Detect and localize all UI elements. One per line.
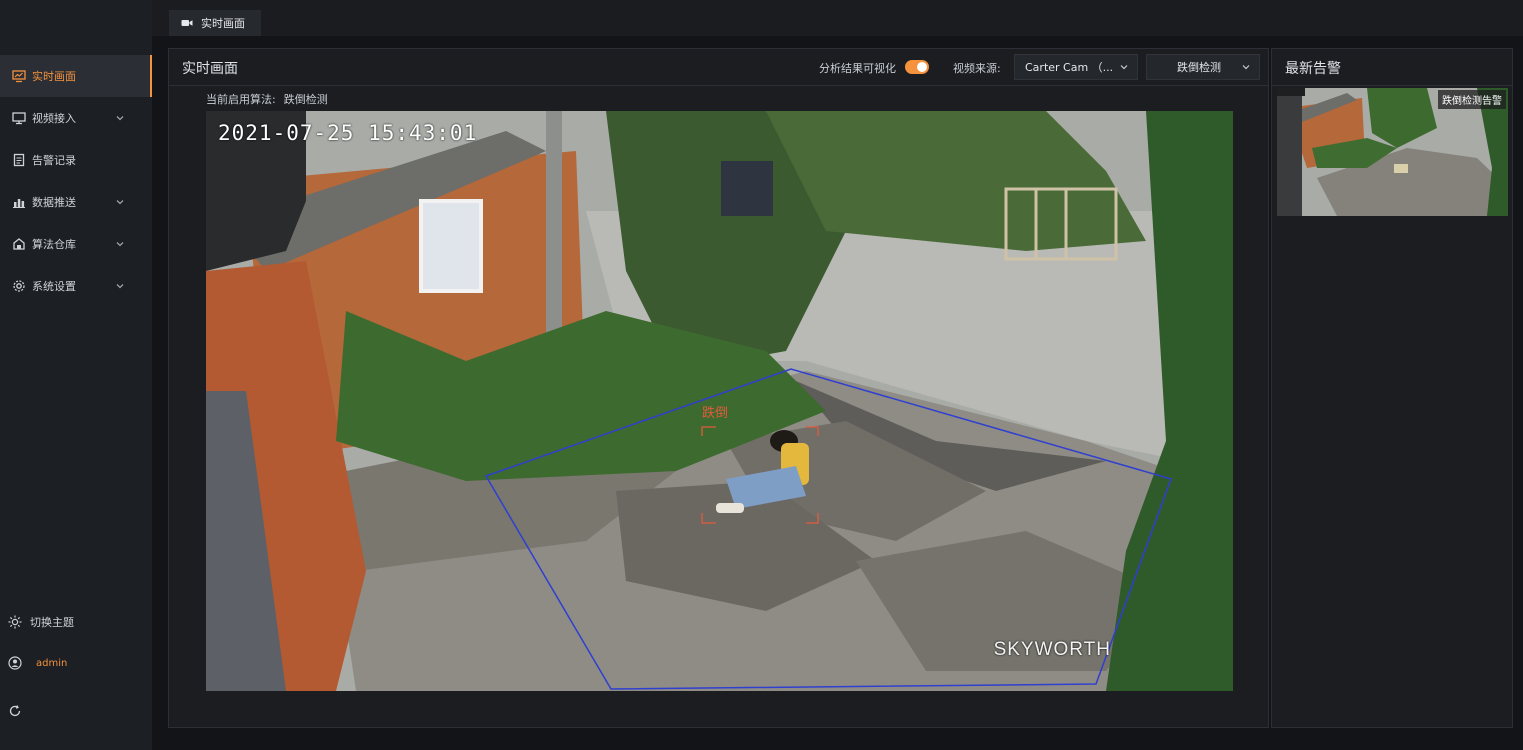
gear-icon	[12, 279, 26, 293]
video-source-value: Carter Cam （...	[1025, 61, 1114, 74]
bar-chart-icon	[12, 195, 26, 209]
theme-switch-label: 切换主题	[30, 616, 74, 629]
panel-title: 实时画面	[182, 61, 238, 77]
sidebar-item-label: 实时画面	[32, 70, 76, 83]
sidebar-item-data-push[interactable]: 数据推送	[0, 181, 152, 223]
camera-scene	[206, 111, 1233, 691]
alert-panel-title: 最新告警	[1285, 61, 1341, 77]
username: admin	[36, 657, 68, 669]
sidebar-item-live[interactable]: 实时画面	[0, 55, 152, 97]
current-algorithm-value: 跌倒检测	[283, 93, 328, 106]
live-view-panel: 实时画面 分析结果可视化 视频来源: Carter Cam （... 跌倒检测 …	[168, 48, 1269, 728]
live-view-header: 实时画面 分析结果可视化 视频来源: Carter Cam （... 跌倒检测	[169, 49, 1268, 86]
toggle-knob	[917, 62, 927, 72]
active-indicator	[150, 55, 152, 97]
sidebar: 实时画面 视频接入 告警记录 数据推送 算法仓库 系统设置 切换主题 admin	[0, 0, 152, 750]
tab-bar: 实时画面	[152, 0, 1523, 36]
sidebar-item-label: 视频接入	[32, 112, 76, 125]
camera-watermark: SKYWORTH	[993, 639, 1111, 660]
warehouse-icon	[12, 237, 26, 251]
video-timestamp: 2021-07-25 15:43:01	[218, 121, 478, 145]
sidebar-item-alert-records[interactable]: 告警记录	[0, 139, 152, 181]
user-avatar-icon	[8, 656, 22, 670]
chevron-down-icon	[116, 242, 124, 247]
viz-toggle[interactable]	[905, 60, 929, 74]
chevron-down-icon	[1120, 65, 1128, 70]
video-camera-icon	[181, 18, 193, 28]
user-menu[interactable]: admin	[0, 648, 152, 678]
chevron-down-icon	[116, 284, 124, 289]
video-source-label: 视频来源:	[953, 62, 1001, 75]
sidebar-item-video-access[interactable]: 视频接入	[0, 97, 152, 139]
algorithm-select[interactable]: 跌倒检测	[1146, 54, 1260, 80]
current-algorithm: 当前启用算法: 跌倒检测	[206, 91, 328, 107]
detection-label: 跌倒	[702, 406, 729, 421]
tab-live[interactable]: 实时画面	[169, 10, 261, 36]
tab-label: 实时画面	[201, 17, 245, 30]
video-feed[interactable]: 2021-07-25 15:43:01 跌倒 SKYWORTH	[206, 111, 1233, 691]
viz-toggle-label: 分析结果可视化	[819, 62, 896, 75]
theme-switch[interactable]: 切换主题	[0, 607, 152, 637]
video-source-select[interactable]: Carter Cam （...	[1014, 54, 1138, 80]
monitor-chart-icon	[12, 69, 26, 83]
refresh-button[interactable]	[0, 696, 152, 726]
monitor-icon	[12, 111, 26, 125]
sidebar-item-label: 算法仓库	[32, 238, 76, 251]
chevron-down-icon	[116, 200, 124, 205]
document-icon	[12, 153, 26, 167]
alert-header: 最新告警	[1272, 49, 1512, 86]
sun-icon	[8, 615, 22, 629]
sidebar-item-label: 告警记录	[32, 154, 76, 167]
chevron-down-icon	[116, 116, 124, 121]
alert-snapshot[interactable]: 跌倒检测告警	[1277, 88, 1508, 216]
sidebar-item-system-settings[interactable]: 系统设置	[0, 265, 152, 307]
chevron-down-icon	[1242, 65, 1250, 70]
sidebar-item-algorithm-store[interactable]: 算法仓库	[0, 223, 152, 265]
current-algorithm-label: 当前启用算法:	[206, 93, 276, 106]
alert-badge: 跌倒检测告警	[1438, 90, 1506, 109]
latest-alerts-panel: 最新告警 跌倒检测告警	[1271, 48, 1513, 728]
sidebar-item-label: 系统设置	[32, 280, 76, 293]
sidebar-item-label: 数据推送	[32, 196, 76, 209]
algorithm-select-value: 跌倒检测	[1177, 61, 1221, 74]
refresh-icon	[8, 704, 22, 718]
